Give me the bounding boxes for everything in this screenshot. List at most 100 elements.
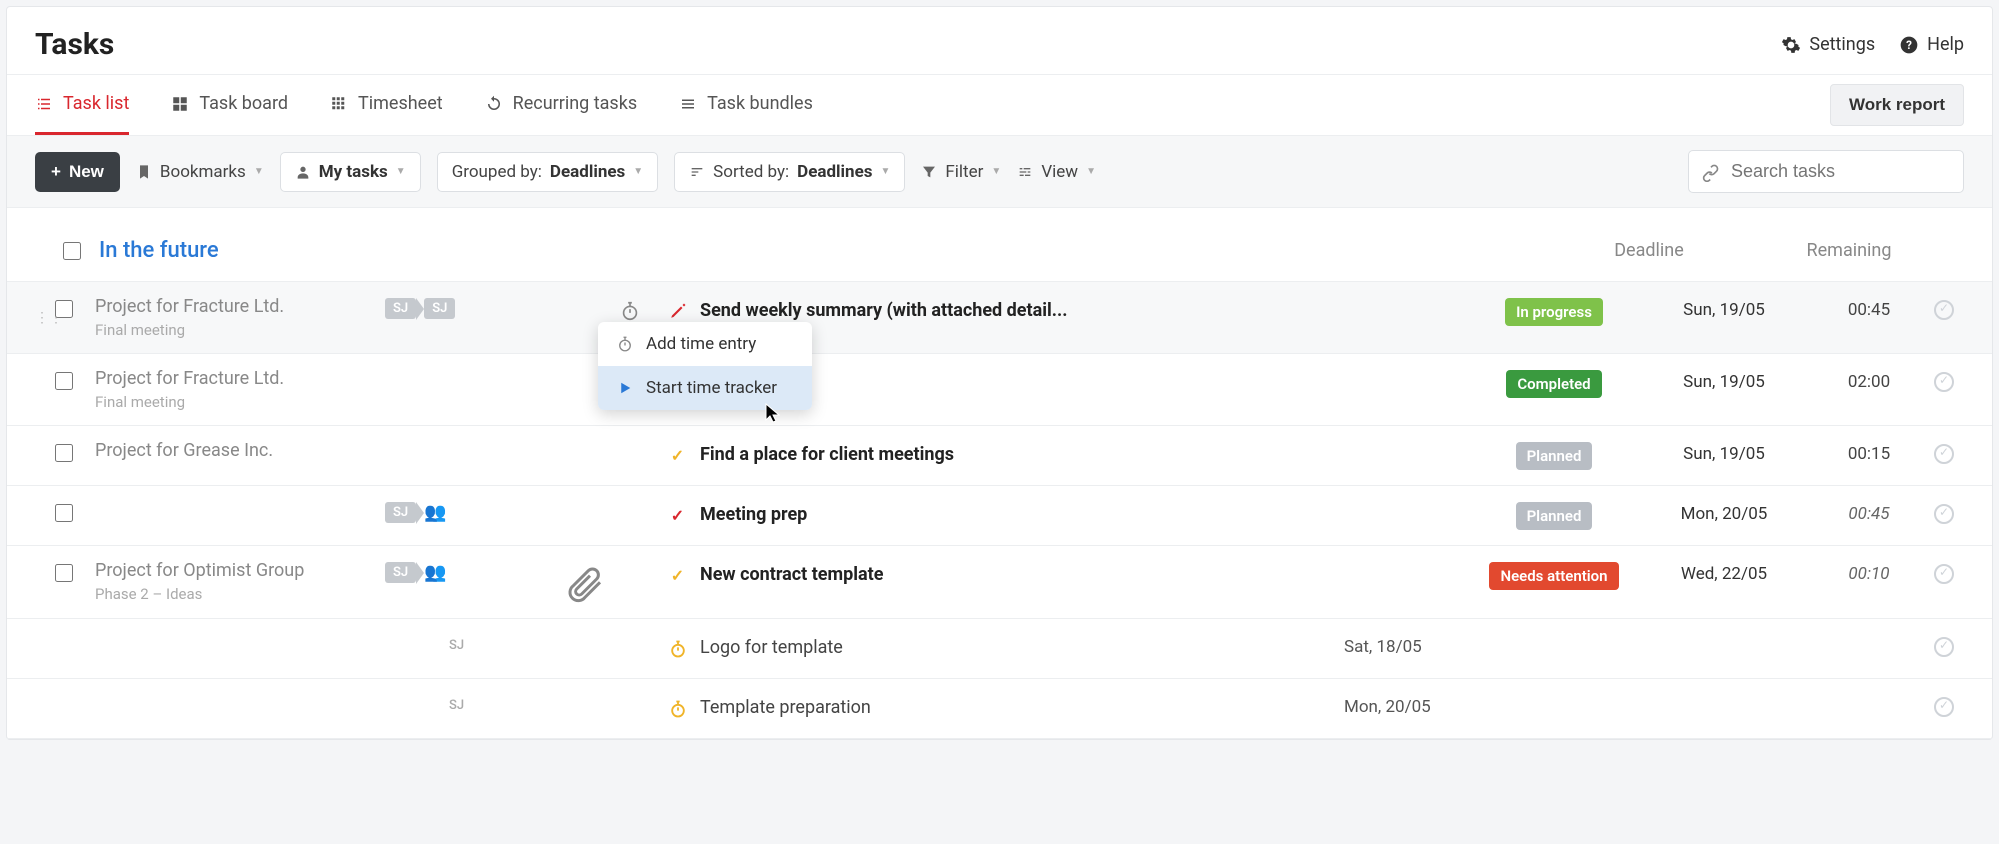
cursor-icon xyxy=(764,402,782,429)
work-report-button[interactable]: Work report xyxy=(1830,84,1964,126)
chevron-down-icon: ▼ xyxy=(880,166,890,177)
assignee-badge[interactable]: SJ xyxy=(385,298,416,319)
subproject-name: Final meeting xyxy=(95,321,385,339)
task-checkbox[interactable] xyxy=(55,504,73,522)
chevron-down-icon: ▼ xyxy=(1086,166,1096,177)
status-badge[interactable]: Planned xyxy=(1516,502,1593,530)
assignee-badge[interactable]: SJ xyxy=(385,562,416,583)
task-row[interactable]: ⋮⋮Project for Optimist GroupPhase 2 – Id… xyxy=(7,546,1992,619)
drag-handle-icon[interactable]: ⋮⋮ xyxy=(35,310,55,326)
task-row[interactable]: ⋮⋮SJLogo for templateSat, 18/05 xyxy=(7,619,1992,679)
task-checkbox[interactable] xyxy=(55,300,73,318)
refresh-icon xyxy=(485,95,503,113)
stopwatch-icon xyxy=(668,699,688,719)
check-icon: ✓ xyxy=(671,506,684,525)
col-deadline: Deadline xyxy=(1584,240,1714,261)
remaining: 00:10 xyxy=(1814,560,1924,584)
task-title[interactable]: Logo for template xyxy=(700,637,1344,658)
check-icon: ✓ xyxy=(671,566,684,585)
chevron-down-icon: ▼ xyxy=(991,166,1001,177)
task-row[interactable]: ⋮⋮Project for Fracture Ltd.Final meeting… xyxy=(7,354,1992,426)
bookmarks-dropdown[interactable]: Bookmarks ▼ xyxy=(136,162,264,182)
tab-recurring[interactable]: Recurring tasks xyxy=(485,75,637,135)
complete-toggle[interactable] xyxy=(1934,504,1954,524)
deadline: Mon, 20/05 xyxy=(1634,500,1814,524)
new-button[interactable]: + New xyxy=(35,152,120,192)
filter-icon xyxy=(921,164,937,180)
status-badge[interactable]: Completed xyxy=(1506,370,1601,398)
page-title: Tasks xyxy=(35,27,114,62)
task-title[interactable]: Find a place for client meetings xyxy=(700,444,1344,465)
select-all-checkbox[interactable] xyxy=(63,242,81,260)
task-row[interactable]: ⋮⋮SJ👥✓Meeting prepPlannedMon, 20/0500:45 xyxy=(7,486,1992,546)
svg-text:?: ? xyxy=(1906,38,1912,52)
task-title[interactable]: New contract template xyxy=(700,564,1344,585)
project-name: Project for Fracture Ltd. xyxy=(95,368,385,389)
paperclip-icon xyxy=(565,564,605,604)
status-badge[interactable]: In progress xyxy=(1505,298,1603,326)
stopwatch-icon xyxy=(616,335,634,353)
add-time-entry-item[interactable]: Add time entry xyxy=(598,322,812,366)
task-title[interactable]: Template preparation xyxy=(700,697,1344,718)
board-icon xyxy=(171,95,189,113)
toolbar: + New Bookmarks ▼ My tasks ▼ Grouped by:… xyxy=(7,135,1992,208)
search-input[interactable] xyxy=(1721,151,1951,192)
group-title[interactable]: In the future xyxy=(99,238,219,263)
view-dropdown[interactable]: View ▼ xyxy=(1017,162,1096,182)
project-name: Project for Fracture Ltd. xyxy=(95,296,385,317)
complete-toggle[interactable] xyxy=(1934,372,1954,392)
complete-toggle[interactable] xyxy=(1934,637,1954,657)
list-icon xyxy=(35,95,53,113)
tab-task-board[interactable]: Task board xyxy=(171,75,288,135)
page-header: Tasks Settings ? Help xyxy=(7,7,1992,74)
assignee-badge[interactable]: SJ xyxy=(385,502,416,523)
filter-dropdown[interactable]: Filter ▼ xyxy=(921,162,1001,182)
task-list: ⋮⋮ Project for Fracture Ltd. Final meeting… xyxy=(7,282,1992,739)
complete-toggle[interactable] xyxy=(1934,444,1954,464)
task-checkbox[interactable] xyxy=(55,444,73,462)
task-row[interactable]: ⋮⋮SJTemplate preparationMon, 20/05 xyxy=(7,679,1992,739)
subtask-date: Sat, 18/05 xyxy=(1344,633,1474,657)
task-row[interactable]: ⋮⋮ Project for Fracture Ltd. Final meeting… xyxy=(7,282,1992,354)
task-title[interactable]: Send weekly summary (with attached detai… xyxy=(700,300,1344,321)
tab-task-list[interactable]: Task list xyxy=(35,75,129,135)
help-button[interactable]: ? Help xyxy=(1899,34,1964,55)
tab-bundles[interactable]: Task bundles xyxy=(679,75,813,135)
sort-icon xyxy=(689,164,705,180)
col-remaining: Remaining xyxy=(1794,240,1904,261)
complete-toggle[interactable] xyxy=(1934,300,1954,320)
play-icon xyxy=(616,379,634,397)
chevron-down-icon: ▼ xyxy=(396,166,406,177)
task-title[interactable]: Meeting prep xyxy=(700,504,1344,525)
assignee-text: SJ xyxy=(441,695,472,716)
grid-icon xyxy=(330,95,348,113)
task-row[interactable]: ⋮⋮Project for Grease Inc.✓Find a place f… xyxy=(7,426,1992,486)
help-icon: ? xyxy=(1899,35,1919,55)
check-icon: ✓ xyxy=(671,446,684,465)
sliders-icon xyxy=(1017,164,1033,180)
mytasks-dropdown[interactable]: My tasks ▼ xyxy=(280,152,421,192)
task-checkbox[interactable] xyxy=(55,372,73,390)
sortby-dropdown[interactable]: Sorted by: Deadlines ▼ xyxy=(674,152,905,192)
complete-toggle[interactable] xyxy=(1934,697,1954,717)
pencil-icon[interactable] xyxy=(669,302,687,320)
remaining: 00:45 xyxy=(1814,296,1924,320)
deadline: Sun, 19/05 xyxy=(1634,296,1814,320)
stopwatch-icon[interactable] xyxy=(619,300,641,322)
people-icon[interactable]: 👥 xyxy=(424,502,446,523)
tab-timesheet[interactable]: Timesheet xyxy=(330,75,443,135)
complete-toggle[interactable] xyxy=(1934,564,1954,584)
status-badge[interactable]: Planned xyxy=(1516,442,1593,470)
project-name: Project for Optimist Group xyxy=(95,560,385,581)
task-checkbox[interactable] xyxy=(55,564,73,582)
stopwatch-icon xyxy=(668,639,688,659)
remaining: 02:00 xyxy=(1814,368,1924,392)
subtask-date: Mon, 20/05 xyxy=(1344,693,1474,717)
assignee-badge[interactable]: SJ xyxy=(424,298,455,319)
people-icon[interactable]: 👥 xyxy=(424,562,446,583)
groupby-dropdown[interactable]: Grouped by: Deadlines ▼ xyxy=(437,152,658,192)
deadline: Sun, 19/05 xyxy=(1634,440,1814,464)
search-field[interactable] xyxy=(1688,150,1964,193)
status-badge[interactable]: Needs attention xyxy=(1489,562,1618,590)
settings-button[interactable]: Settings xyxy=(1781,34,1875,55)
